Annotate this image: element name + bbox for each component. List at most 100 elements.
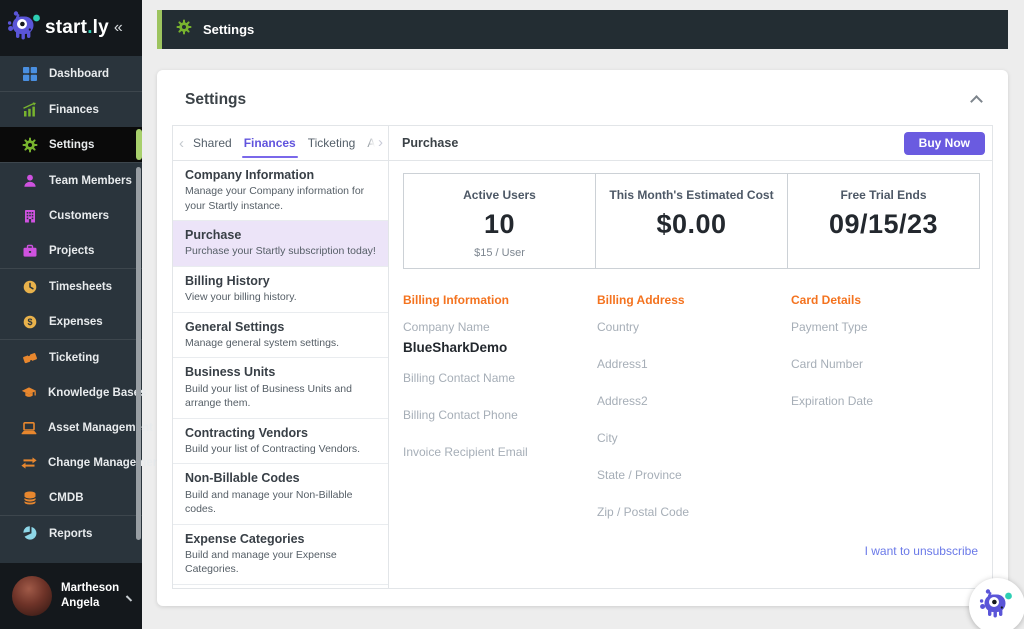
sidebar-item-reports[interactable]: Reports	[0, 516, 142, 551]
purchase-body: Active Users 10 $15 / User This Month's …	[389, 161, 992, 588]
sidebar-item-cmdb[interactable]: CMDB	[0, 480, 142, 515]
menu-item-non-billable-codes[interactable]: Non-Billable Codes Build and manage your…	[173, 464, 388, 525]
arrows-swap-icon	[21, 454, 37, 471]
menu-item-business-units[interactable]: Business Units Build your list of Busine…	[173, 358, 388, 419]
mascot-icon	[979, 587, 1015, 626]
card-title: Settings	[185, 91, 247, 108]
menu-item-general-settings[interactable]: General Settings Manage general system s…	[173, 313, 388, 359]
billing-information-section: Billing Information Company Name BlueSha…	[403, 293, 597, 542]
avatar	[12, 576, 52, 616]
sidebar-item-change-management[interactable]: Change Management	[0, 445, 164, 480]
app-screen: start.ly « Dashboard Finances Settings T…	[0, 0, 1024, 629]
settings-card: Settings ‹ Shared Finances Ticketing Ass…	[157, 70, 1008, 606]
sidebar-item-timesheets[interactable]: Timesheets	[0, 269, 142, 304]
state-province-field[interactable]: State / Province	[597, 468, 791, 482]
sidebar: start.ly « Dashboard Finances Settings T…	[0, 0, 164, 629]
stat-estimated-cost: This Month's Estimated Cost $0.00	[595, 174, 787, 268]
sidebar-item-customers[interactable]: Customers	[0, 198, 142, 233]
graduation-cap-icon	[21, 384, 37, 401]
dashboard-icon	[21, 65, 38, 82]
sidebar-item-projects[interactable]: Projects	[0, 233, 142, 268]
tab-ticketing[interactable]: Ticketing	[302, 126, 362, 160]
settings-nav-panel: ‹ Shared Finances Ticketing Asset › Comp…	[173, 126, 389, 588]
stat-active-users: Active Users 10 $15 / User	[463, 188, 536, 259]
logo-text: start.ly	[45, 17, 109, 38]
building-icon	[21, 207, 38, 224]
mascot-logo-icon	[7, 9, 43, 48]
billing-contact-name-field[interactable]: Billing Contact Name	[403, 371, 597, 385]
card-number-field[interactable]: Card Number	[791, 357, 980, 371]
person-icon	[21, 172, 38, 189]
purchase-header: Purchase Buy Now	[389, 126, 992, 161]
address1-field[interactable]: Address1	[597, 357, 791, 371]
tab-shared[interactable]: Shared	[187, 126, 238, 160]
laptop-icon	[21, 419, 37, 436]
menu-item-expense-receipt-policies[interactable]: Expense Receipt Policies Create and mana…	[173, 585, 388, 588]
billing-form: Billing Information Company Name BlueSha…	[403, 293, 980, 542]
card-header: Settings	[157, 70, 1008, 109]
unsubscribe-link[interactable]: I want to unsubscribe	[403, 544, 980, 558]
finances-icon	[21, 101, 38, 118]
tab-bar: ‹ Shared Finances Ticketing Asset ›	[173, 126, 388, 161]
ticket-icon	[21, 349, 38, 366]
sidebar-collapse-icon[interactable]: «	[114, 19, 123, 37]
purchase-title: Purchase	[402, 136, 459, 150]
sidebar-scrollbar[interactable]	[136, 167, 141, 540]
sidebar-item-knowledge-bases[interactable]: Knowledge Bases	[0, 375, 146, 410]
clock-icon	[21, 278, 38, 295]
billing-contact-phone-field[interactable]: Billing Contact Phone	[403, 408, 597, 422]
active-item-indicator	[136, 129, 142, 160]
zip-postal-code-field[interactable]: Zip / Postal Code	[597, 505, 791, 519]
buy-now-button[interactable]: Buy Now	[903, 131, 985, 155]
purchase-panel: Purchase Buy Now Active Users 10 $15 / U…	[389, 126, 992, 588]
gear-icon	[21, 136, 38, 153]
sidebar-item-team-members[interactable]: Team Members	[0, 163, 142, 198]
menu-item-purchase[interactable]: Purchase Purchase your Startly subscript…	[173, 221, 388, 267]
chevron-up-icon[interactable]	[125, 594, 133, 602]
logo-area: start.ly «	[0, 0, 142, 56]
dollar-icon: $	[21, 313, 38, 330]
database-icon	[21, 489, 38, 506]
sidebar-item-dashboard[interactable]: Dashboard	[0, 56, 142, 91]
tabs-next-icon[interactable]: ›	[364, 126, 388, 160]
gear-icon	[176, 19, 192, 40]
svg-text:$: $	[27, 317, 32, 327]
country-field[interactable]: Country	[597, 320, 791, 334]
sidebar-item-ticketing[interactable]: Ticketing	[0, 340, 142, 375]
sidebar-item-asset-management[interactable]: Asset Management	[0, 410, 153, 445]
collapse-card-icon[interactable]	[970, 95, 983, 108]
menu-item-billing-history[interactable]: Billing History View your billing histor…	[173, 267, 388, 313]
page-header: Settings	[157, 10, 1008, 49]
menu-item-company-information[interactable]: Company Information Manage your Company …	[173, 161, 388, 222]
invoice-recipient-email-field[interactable]: Invoice Recipient Email	[403, 445, 597, 459]
stat-free-trial-ends: Free Trial Ends 09/15/23	[787, 174, 979, 268]
user-menu[interactable]: Martheson Angela	[0, 563, 142, 629]
sidebar-item-finances[interactable]: Finances	[0, 92, 142, 127]
company-name-value[interactable]: BlueSharkDemo	[403, 340, 597, 355]
briefcase-icon	[21, 242, 38, 259]
user-name: Martheson Angela	[61, 582, 120, 609]
page-title: Settings	[203, 22, 255, 37]
tabs-prev-icon[interactable]: ‹	[176, 135, 187, 152]
subscription-stats: Active Users 10 $15 / User This Month's …	[403, 173, 980, 269]
pie-chart-icon	[21, 525, 38, 542]
sidebar-item-settings[interactable]: Settings	[0, 127, 142, 162]
menu-item-expense-categories[interactable]: Expense Categories Build and manage your…	[173, 525, 388, 585]
section-title-billing-information: Billing Information	[403, 293, 509, 307]
company-name-field[interactable]: Company Name BlueSharkDemo	[403, 320, 597, 355]
sidebar-item-expenses[interactable]: $ Expenses	[0, 304, 142, 339]
mascot-help-button[interactable]	[969, 578, 1024, 629]
card-details-section: Card Details Payment Type Card Number Ex…	[791, 293, 980, 542]
expiration-date-field[interactable]: Expiration Date	[791, 394, 980, 408]
sidebar-nav: Dashboard Finances Settings Team Members…	[0, 56, 164, 551]
section-title-billing-address: Billing Address	[597, 293, 685, 307]
address2-field[interactable]: Address2	[597, 394, 791, 408]
settings-menu: Company Information Manage your Company …	[173, 161, 388, 588]
settings-panels: ‹ Shared Finances Ticketing Asset › Comp…	[172, 125, 993, 589]
menu-item-contracting-vendors[interactable]: Contracting Vendors Build your list of C…	[173, 419, 388, 465]
payment-type-field[interactable]: Payment Type	[791, 320, 980, 334]
billing-address-section: Billing Address Country Address1 Address…	[597, 293, 791, 542]
section-title-card-details: Card Details	[791, 293, 862, 307]
city-field[interactable]: City	[597, 431, 791, 445]
tab-finances[interactable]: Finances	[238, 126, 302, 160]
